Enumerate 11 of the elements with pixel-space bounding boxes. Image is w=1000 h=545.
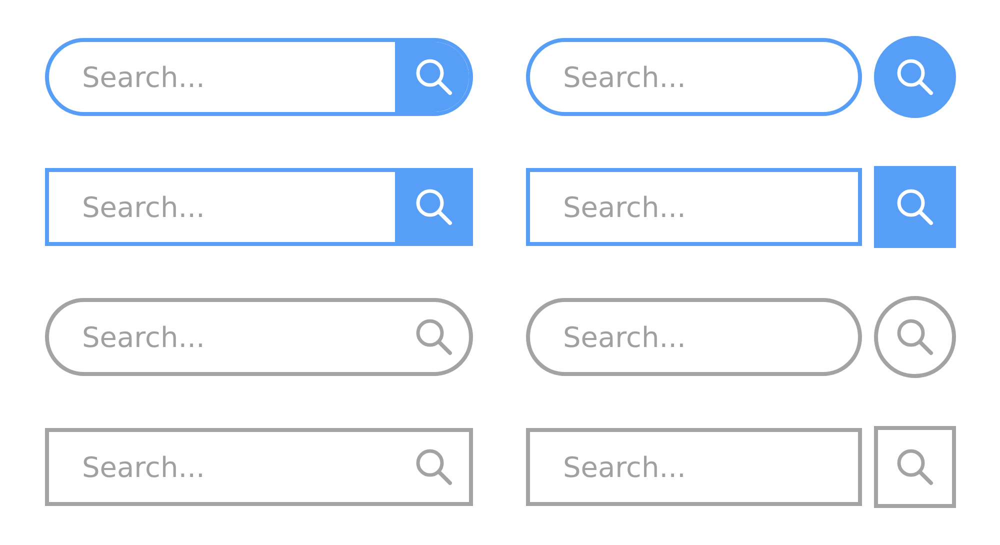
search-button[interactable]: [874, 426, 956, 508]
search-field[interactable]: Search...: [49, 302, 395, 372]
search-field[interactable]: Search...: [49, 42, 395, 112]
search-field[interactable]: Search...: [49, 172, 395, 242]
search-bar[interactable]: Search...: [45, 298, 473, 376]
search-bar[interactable]: Search...: [45, 38, 473, 116]
search-bar[interactable]: Search...: [45, 428, 473, 506]
search-bar[interactable]: Search...: [45, 168, 473, 246]
search-button[interactable]: [874, 166, 956, 248]
search-field[interactable]: Search...: [49, 432, 395, 502]
search-button[interactable]: [874, 296, 956, 378]
